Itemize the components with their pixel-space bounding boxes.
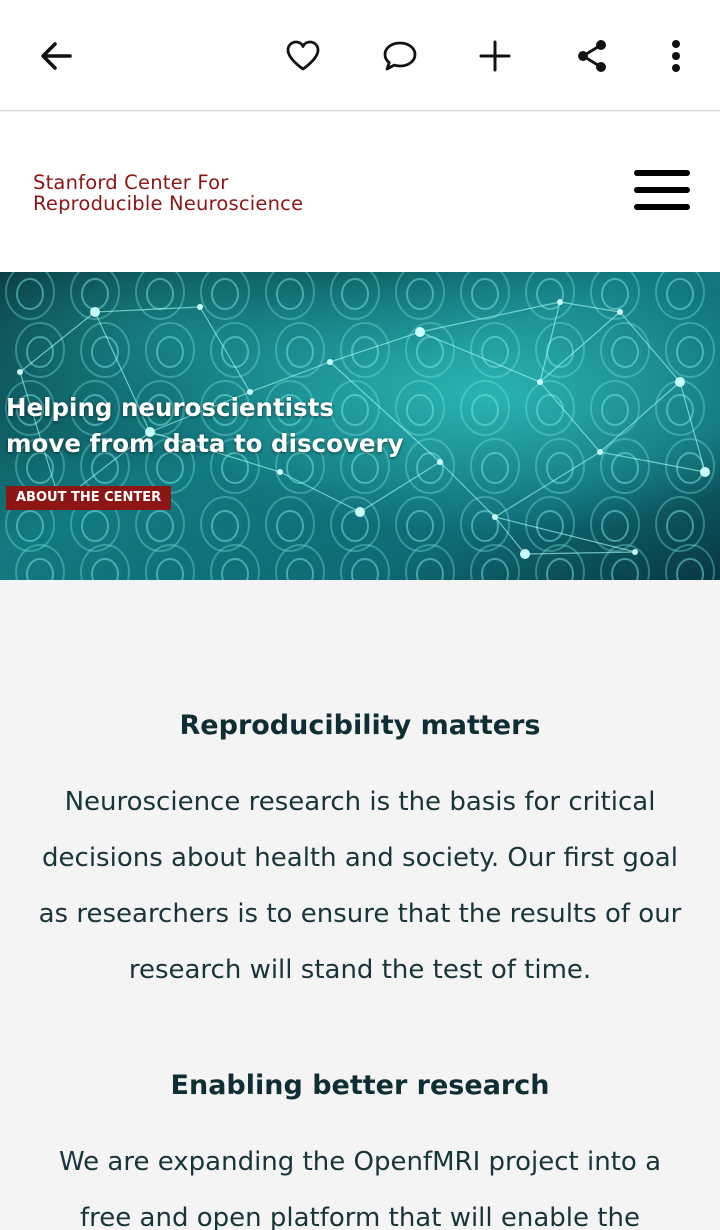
- site-header: Stanford Center For Reproducible Neurosc…: [0, 112, 720, 272]
- heart-icon[interactable]: [275, 28, 331, 84]
- network-node: [415, 327, 425, 337]
- network-node: [327, 359, 333, 365]
- network-node: [355, 507, 365, 517]
- network-node: [437, 459, 443, 465]
- hero-title: Helping neuroscientists move from data t…: [6, 390, 404, 462]
- hero-banner: Helping neuroscientists move from data t…: [0, 272, 720, 580]
- network-node: [197, 304, 203, 310]
- section-heading-enabling: Enabling better research: [170, 1070, 550, 1101]
- logo-line-2: Reproducible Neuroscience: [33, 192, 304, 215]
- comment-icon[interactable]: [372, 28, 428, 84]
- hero-title-line-1: Helping neuroscientists: [6, 393, 334, 422]
- back-arrow-icon[interactable]: [28, 28, 84, 84]
- share-icon[interactable]: [564, 28, 620, 84]
- network-node: [90, 307, 100, 317]
- network-node: [597, 449, 603, 455]
- network-node: [557, 299, 563, 305]
- logo-line-1: Stanford Center For: [33, 171, 229, 194]
- network-node: [617, 309, 623, 315]
- network-node: [537, 379, 543, 385]
- plus-icon[interactable]: [467, 28, 523, 84]
- main-content: Reproducibility matters Neuroscience res…: [0, 580, 720, 1230]
- network-node: [492, 514, 498, 520]
- about-the-center-button[interactable]: ABOUT THE CENTER: [6, 486, 172, 510]
- network-node: [520, 549, 530, 559]
- browser-toolbar: [0, 0, 720, 111]
- more-vert-icon[interactable]: [648, 28, 704, 84]
- section-body-reproducibility: Neuroscience research is the basis for c…: [38, 787, 682, 985]
- section-body-enabling: We are expanding the OpenfMRI project in…: [58, 1147, 662, 1230]
- network-node: [632, 549, 638, 555]
- network-node: [277, 469, 283, 475]
- hamburger-menu-icon[interactable]: [628, 164, 696, 216]
- section-heading-reproducibility: Reproducibility matters: [179, 710, 541, 741]
- site-logo[interactable]: Stanford Center For Reproducible Neurosc…: [33, 172, 303, 214]
- network-node: [675, 377, 685, 387]
- network-node: [700, 467, 710, 477]
- network-node: [17, 369, 23, 375]
- hero-title-line-2: move from data to discovery: [6, 429, 404, 458]
